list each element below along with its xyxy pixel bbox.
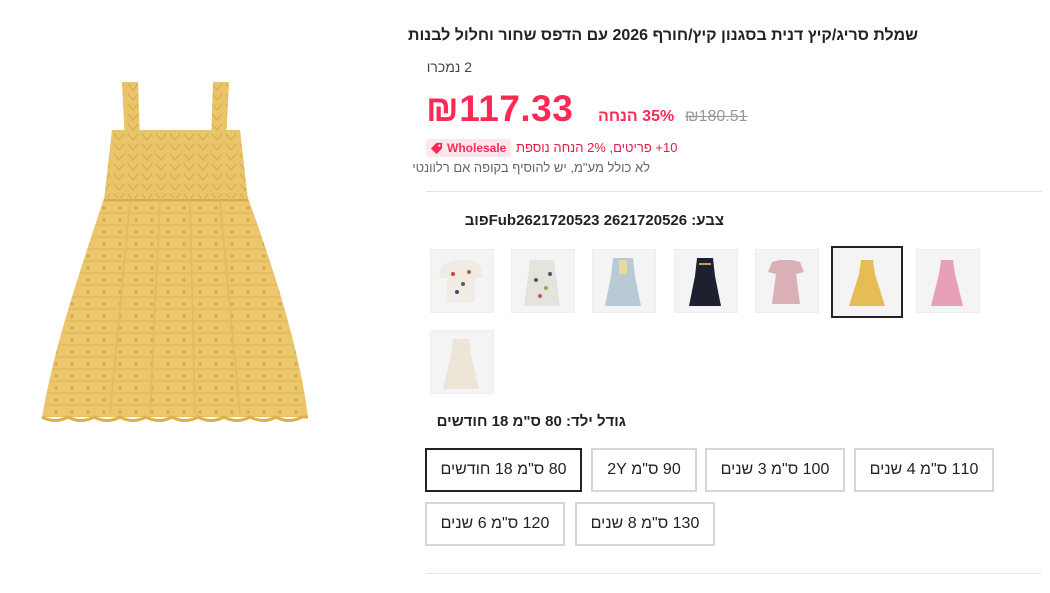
product-title: שמלת סריג/קיץ דנית בסגנון קיץ/חורף 2026 … <box>407 27 918 44</box>
divider <box>426 191 1042 192</box>
wholesale-row: Wholesale 10+ פריטים, 2% הנחה נוספת <box>426 138 726 158</box>
color-label: צבע: Fub2621720523 2621720526פוב <box>464 212 724 229</box>
size-option-100[interactable]: 100 ס"מ 3 שנים <box>705 448 845 492</box>
color-swatch[interactable] <box>430 249 494 313</box>
price-row: ₪117.33 35% הנחה ₪180.51 <box>426 88 766 138</box>
white-print-dress-thumbnail <box>524 260 560 306</box>
color-swatch[interactable] <box>511 249 575 313</box>
size-option-90[interactable]: 90 ס"מ 2Y <box>591 448 697 492</box>
pink-tshirt-dress-thumbnail <box>768 260 804 304</box>
product-main-image[interactable] <box>0 22 412 468</box>
color-swatch[interactable] <box>916 249 980 313</box>
original-price: ₪180.51 <box>685 108 748 125</box>
size-option-130[interactable]: 130 ס"מ 8 שנים <box>575 502 715 546</box>
color-swatch[interactable] <box>755 249 819 313</box>
white-print-shirt-thumbnail <box>439 260 483 302</box>
size-option-110[interactable]: 110 ס"מ 4 שנים <box>854 448 994 492</box>
tag-icon <box>430 142 443 154</box>
color-swatch-selected[interactable] <box>831 246 903 318</box>
wholesale-discount-text: 10+ פריטים, 2% הנחה נוספת <box>516 140 678 155</box>
color-swatch[interactable] <box>592 249 656 313</box>
divider <box>426 573 1042 574</box>
pink-dress-thumbnail <box>931 260 963 306</box>
size-label: גודל ילד: 80 ס"מ 18 חודשים <box>436 413 626 430</box>
product-info-panel: שמלת סריג/קיץ דנית בסגנון קיץ/חורף 2026 … <box>408 0 1042 593</box>
vat-note: לא כולל מע"מ, יש להוסיף בקופה אם רלוונטי <box>412 160 650 175</box>
wholesale-badge[interactable]: Wholesale <box>426 139 512 157</box>
black-dress-thumbnail <box>689 258 721 306</box>
sold-count: 2 נמכרו <box>426 59 472 75</box>
wholesale-label: Wholesale <box>447 141 507 155</box>
size-option-80-selected[interactable]: 80 ס"מ 18 חודשים <box>425 448 582 492</box>
color-swatch[interactable] <box>674 249 738 313</box>
yellow-dress-thumbnail <box>849 260 885 306</box>
current-price: ₪117.33 <box>426 88 574 129</box>
discount-badge: 35% הנחה <box>598 108 675 125</box>
yellow-knit-dress-image <box>41 82 308 422</box>
light-blue-dress-thumbnail <box>605 258 641 306</box>
size-option-120[interactable]: 120 ס"מ 6 שנים <box>425 502 565 546</box>
color-swatch[interactable] <box>430 330 494 394</box>
cream-dress-thumbnail <box>443 339 479 389</box>
